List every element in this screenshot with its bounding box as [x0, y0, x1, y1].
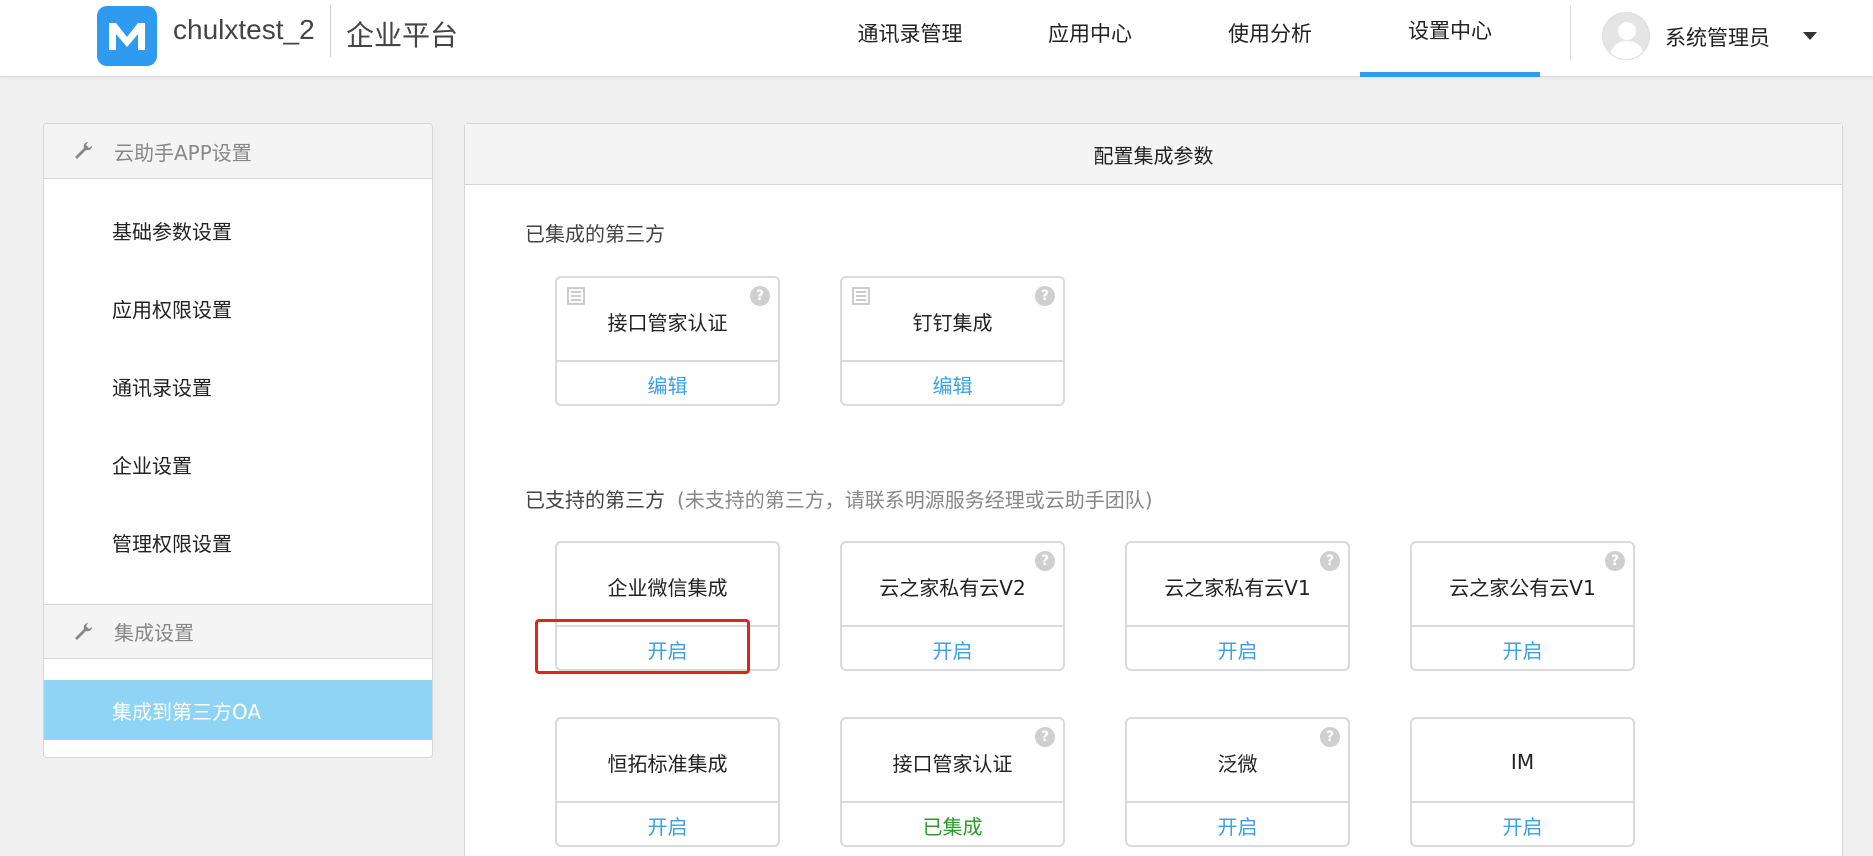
- supported-card: IM 开启: [1410, 717, 1635, 847]
- integration-name: 钉钉集成: [842, 278, 1063, 362]
- integration-name: 泛微: [1127, 719, 1348, 803]
- supported-card: 企业微信集成 开启: [555, 541, 780, 671]
- integration-name: 企业微信集成: [557, 543, 778, 627]
- user-silhouette-icon: [1609, 22, 1645, 59]
- platform-name: 企业平台: [346, 19, 459, 52]
- panel-title: 配置集成参数: [465, 124, 1842, 185]
- enable-button[interactable]: 开启: [842, 627, 1063, 671]
- sidebar-group-label: 集成设置: [114, 621, 194, 645]
- integration-name: 云之家私有云V2: [842, 543, 1063, 627]
- sidebar-item-third-party-oa[interactable]: 集成到第三方OA: [44, 680, 432, 740]
- user-menu-chevron-down-icon[interactable]: [1803, 32, 1817, 40]
- edit-button[interactable]: 编辑: [842, 362, 1063, 406]
- supported-title: 已支持的第三方: [525, 488, 665, 512]
- integrated-card: ? 接口管家认证 编辑: [555, 276, 780, 406]
- integration-name: 恒拓标准集成: [557, 719, 778, 803]
- integrated-status: 已集成: [922, 814, 983, 839]
- wrench-icon: [72, 140, 94, 162]
- wrench-icon: [72, 621, 94, 643]
- tab-usage-analysis[interactable]: 使用分析: [1180, 0, 1360, 77]
- logo-m-icon: [109, 23, 145, 50]
- enable-button[interactable]: 开启: [1412, 627, 1633, 671]
- supported-card: ? 泛微 开启: [1125, 717, 1350, 847]
- sidebar-item-admin-permissions[interactable]: 管理权限设置: [44, 512, 432, 572]
- integration-name: 云之家私有云V1: [1127, 543, 1348, 627]
- integration-name: 接口管家认证: [842, 719, 1063, 803]
- enable-button[interactable]: 开启: [1127, 803, 1348, 847]
- integrated-card: ? 钉钉集成 编辑: [840, 276, 1065, 406]
- enable-button[interactable]: 开启: [557, 803, 778, 847]
- enable-button[interactable]: 开启: [557, 627, 778, 671]
- sidebar-group-integration[interactable]: 集成设置: [44, 604, 432, 659]
- supported-hint: (未支持的第三方，请联系明源服务经理或云助手团队): [677, 488, 1153, 512]
- integration-name: 接口管家认证: [557, 278, 778, 362]
- sidebar-group-label: 云助手APP设置: [114, 140, 252, 165]
- sidebar-item-basic-params[interactable]: 基础参数设置: [44, 200, 432, 260]
- supported-card: ? 云之家公有云V1 开启: [1410, 541, 1635, 671]
- app-logo[interactable]: [97, 6, 157, 66]
- integration-name: IM: [1412, 719, 1633, 803]
- tab-contacts-management[interactable]: 通讯录管理: [820, 0, 1000, 77]
- supported-card: ? 接口管家认证 已集成: [840, 717, 1065, 847]
- nav-divider: [1570, 6, 1571, 60]
- settings-sidebar: 云助手APP设置 基础参数设置 应用权限设置 通讯录设置 企业设置 管理权限设置…: [43, 123, 433, 758]
- header-divider: [330, 5, 331, 57]
- tab-settings-center[interactable]: 设置中心: [1360, 0, 1540, 77]
- sidebar-item-app-permissions[interactable]: 应用权限设置: [44, 278, 432, 338]
- top-header: chulxtest_2 企业平台 通讯录管理 应用中心 使用分析 设置中心 系统…: [0, 0, 1873, 77]
- supported-card: ? 云之家私有云V1 开启: [1125, 541, 1350, 671]
- tab-app-center[interactable]: 应用中心: [1000, 0, 1180, 77]
- supported-card: 恒拓标准集成 开启: [555, 717, 780, 847]
- edit-button[interactable]: 编辑: [557, 362, 778, 406]
- tenant-name: chulxtest_2: [173, 14, 315, 45]
- user-name[interactable]: 系统管理员: [1665, 22, 1770, 52]
- enable-button[interactable]: 开启: [1412, 803, 1633, 847]
- sidebar-item-enterprise-settings[interactable]: 企业设置: [44, 434, 432, 494]
- enable-button[interactable]: 开启: [1127, 627, 1348, 671]
- integration-config-panel: 配置集成参数 已集成的第三方 ? 接口管家认证 编辑 ? 钉钉集成 编辑 已支持…: [464, 123, 1843, 856]
- integrated-section-title: 已集成的第三方: [525, 222, 665, 246]
- supported-section-title: 已支持的第三方 (未支持的第三方，请联系明源服务经理或云助手团队): [525, 484, 1153, 513]
- sidebar-group-app-settings[interactable]: 云助手APP设置: [44, 124, 432, 179]
- supported-card: ? 云之家私有云V2 开启: [840, 541, 1065, 671]
- sidebar-item-contacts-settings[interactable]: 通讯录设置: [44, 356, 432, 416]
- user-avatar[interactable]: [1602, 12, 1650, 60]
- integration-name: 云之家公有云V1: [1412, 543, 1633, 627]
